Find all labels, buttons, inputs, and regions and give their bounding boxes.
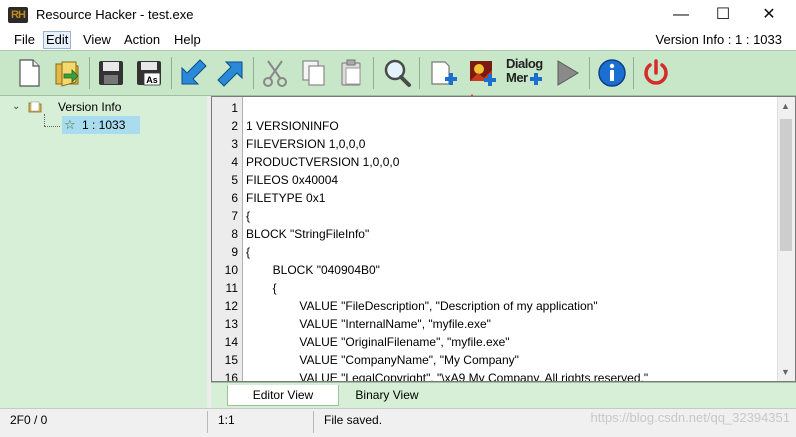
line-number: 8 bbox=[231, 227, 238, 241]
line-number: 6 bbox=[231, 191, 238, 205]
code-line: VALUE "InternalName", "myfile.exe" bbox=[246, 317, 491, 331]
save-as-button[interactable]: As bbox=[132, 56, 166, 90]
view-tabs: Editor View Binary View bbox=[211, 382, 796, 409]
toolbar: As Dialog Mer bbox=[0, 50, 796, 96]
line-number: 9 bbox=[231, 245, 238, 259]
line-number: 4 bbox=[231, 155, 238, 169]
folder-icon bbox=[28, 101, 42, 113]
forward-arrow-icon bbox=[217, 61, 243, 87]
save-as-icon: As bbox=[137, 61, 161, 86]
forward-button[interactable] bbox=[214, 56, 248, 90]
line-number: 10 bbox=[224, 263, 238, 277]
exit-button[interactable] bbox=[639, 56, 673, 90]
open-button[interactable] bbox=[50, 56, 84, 90]
new-file-button[interactable] bbox=[12, 56, 46, 90]
search-icon bbox=[384, 59, 411, 87]
window-title: Resource Hacker - test.exe bbox=[36, 7, 194, 22]
scroll-down-icon[interactable]: ▼ bbox=[781, 367, 790, 377]
code-line: { bbox=[246, 281, 277, 295]
line-number: 11 bbox=[225, 281, 238, 295]
star-icon: ☆ bbox=[64, 117, 76, 132]
status-cursor-position: 1:1 bbox=[218, 413, 235, 427]
line-number: 16 bbox=[224, 371, 238, 382]
scrollbar-thumb[interactable] bbox=[780, 119, 792, 251]
code-line: 1 VERSIONINFO bbox=[246, 119, 339, 133]
line-number: 13 bbox=[224, 317, 238, 331]
status-offset: 2F0 / 0 bbox=[10, 413, 48, 427]
code-line: FILEVERSION 1,0,0,0 bbox=[246, 137, 366, 151]
menu-view[interactable]: View bbox=[81, 32, 113, 48]
code-line: VALUE "FileDescription", "Description of… bbox=[246, 299, 598, 313]
dialog-label-line1: Dialog bbox=[506, 56, 543, 71]
code-line: VALUE "CompanyName", "My Company" bbox=[246, 353, 519, 367]
code-line: BLOCK "040904B0" bbox=[246, 263, 380, 277]
add-image-resource-icon bbox=[470, 61, 496, 86]
save-as-label: As bbox=[146, 75, 158, 85]
line-number-gutter: 1 2 3 4 5 6 7 8 9 10 11 12 13 14 15 16 bbox=[212, 97, 243, 382]
code-line: BLOCK "StringFileInfo" bbox=[246, 227, 370, 241]
tab-binary-view[interactable]: Binary View bbox=[337, 385, 437, 405]
menu-action[interactable]: Action bbox=[122, 32, 162, 48]
copy-button[interactable] bbox=[296, 56, 330, 90]
find-button[interactable] bbox=[380, 56, 414, 90]
menu-help[interactable]: Help bbox=[172, 32, 203, 48]
power-icon bbox=[644, 59, 668, 85]
save-icon bbox=[99, 61, 123, 85]
add-plus-icon bbox=[530, 73, 542, 85]
about-button[interactable] bbox=[595, 56, 629, 90]
add-blank-resource-button[interactable] bbox=[426, 56, 460, 90]
cut-scissors-icon bbox=[263, 60, 287, 87]
cut-button[interactable] bbox=[258, 56, 292, 90]
copy-icon bbox=[302, 60, 325, 86]
code-line: FILETYPE 0x1 bbox=[246, 191, 326, 205]
expand-chevron-icon[interactable]: ⌄ bbox=[12, 98, 20, 116]
watermark-text: https://blog.csdn.net/qq_32394351 bbox=[590, 410, 791, 425]
compile-run-button[interactable] bbox=[550, 56, 584, 90]
close-button[interactable]: ✕ bbox=[746, 0, 792, 30]
code-line: { bbox=[246, 245, 251, 259]
code-line: VALUE "LegalCopyright", "\xA9 My Company… bbox=[246, 371, 649, 382]
menu-file[interactable]: File bbox=[12, 32, 37, 48]
compile-run-icon bbox=[557, 60, 579, 86]
back-button[interactable] bbox=[176, 56, 210, 90]
info-icon bbox=[598, 59, 626, 87]
status-message: File saved. bbox=[324, 413, 383, 427]
open-folder-icon bbox=[55, 61, 79, 87]
menu-bar: File Edit View Action Help Version Info … bbox=[0, 30, 796, 50]
new-file-icon bbox=[19, 59, 40, 87]
code-line: { bbox=[246, 209, 251, 223]
line-number: 15 bbox=[224, 353, 238, 367]
dialog-merger-button[interactable]: Dialog Mer bbox=[505, 56, 545, 90]
line-number: 2 bbox=[231, 119, 238, 133]
code-line: FILEOS 0x40004 bbox=[246, 173, 339, 187]
line-number: 12 bbox=[224, 299, 238, 313]
paste-icon bbox=[341, 59, 361, 86]
vertical-scrollbar[interactable]: ▲ ▼ bbox=[777, 97, 795, 381]
line-number: 3 bbox=[231, 137, 238, 151]
scroll-up-icon[interactable]: ▲ bbox=[781, 101, 790, 111]
save-button[interactable] bbox=[94, 56, 128, 90]
code-line: VALUE "OriginalFilename", "myfile.exe" bbox=[246, 335, 510, 349]
back-arrow-icon bbox=[181, 59, 207, 85]
tree-label-1-1033: 1 : 1033 bbox=[82, 118, 126, 132]
tree-item-1-1033[interactable]: ☆ 1 : 1033 bbox=[62, 116, 140, 134]
resource-status-label: Version Info : 1 : 1033 bbox=[655, 32, 782, 47]
add-image-resource-button[interactable] bbox=[466, 56, 500, 90]
line-number: 1 bbox=[231, 101, 238, 115]
tab-editor-view[interactable]: Editor View bbox=[227, 385, 339, 406]
menu-edit[interactable]: Edit bbox=[43, 31, 72, 49]
line-number: 5 bbox=[231, 173, 238, 187]
title-bar: RH Resource Hacker - test.exe — ☐ ✕ bbox=[0, 0, 796, 30]
maximize-button[interactable]: ☐ bbox=[700, 0, 746, 30]
tree-label-version-info: Version Info bbox=[58, 100, 122, 114]
resource-tree: ⌄ Version Info ☆ 1 : 1033 bbox=[0, 96, 208, 408]
paste-button[interactable] bbox=[334, 56, 368, 90]
add-blank-resource-icon bbox=[431, 61, 457, 85]
app-logo-icon: RH bbox=[8, 7, 28, 23]
minimize-button[interactable]: — bbox=[658, 0, 704, 30]
code-editor[interactable]: 1 2 3 4 5 6 7 8 9 10 11 12 13 14 15 16 1… bbox=[211, 96, 796, 382]
code-line: PRODUCTVERSION 1,0,0,0 bbox=[246, 155, 400, 169]
line-number: 14 bbox=[224, 335, 238, 349]
line-number: 7 bbox=[231, 209, 238, 223]
